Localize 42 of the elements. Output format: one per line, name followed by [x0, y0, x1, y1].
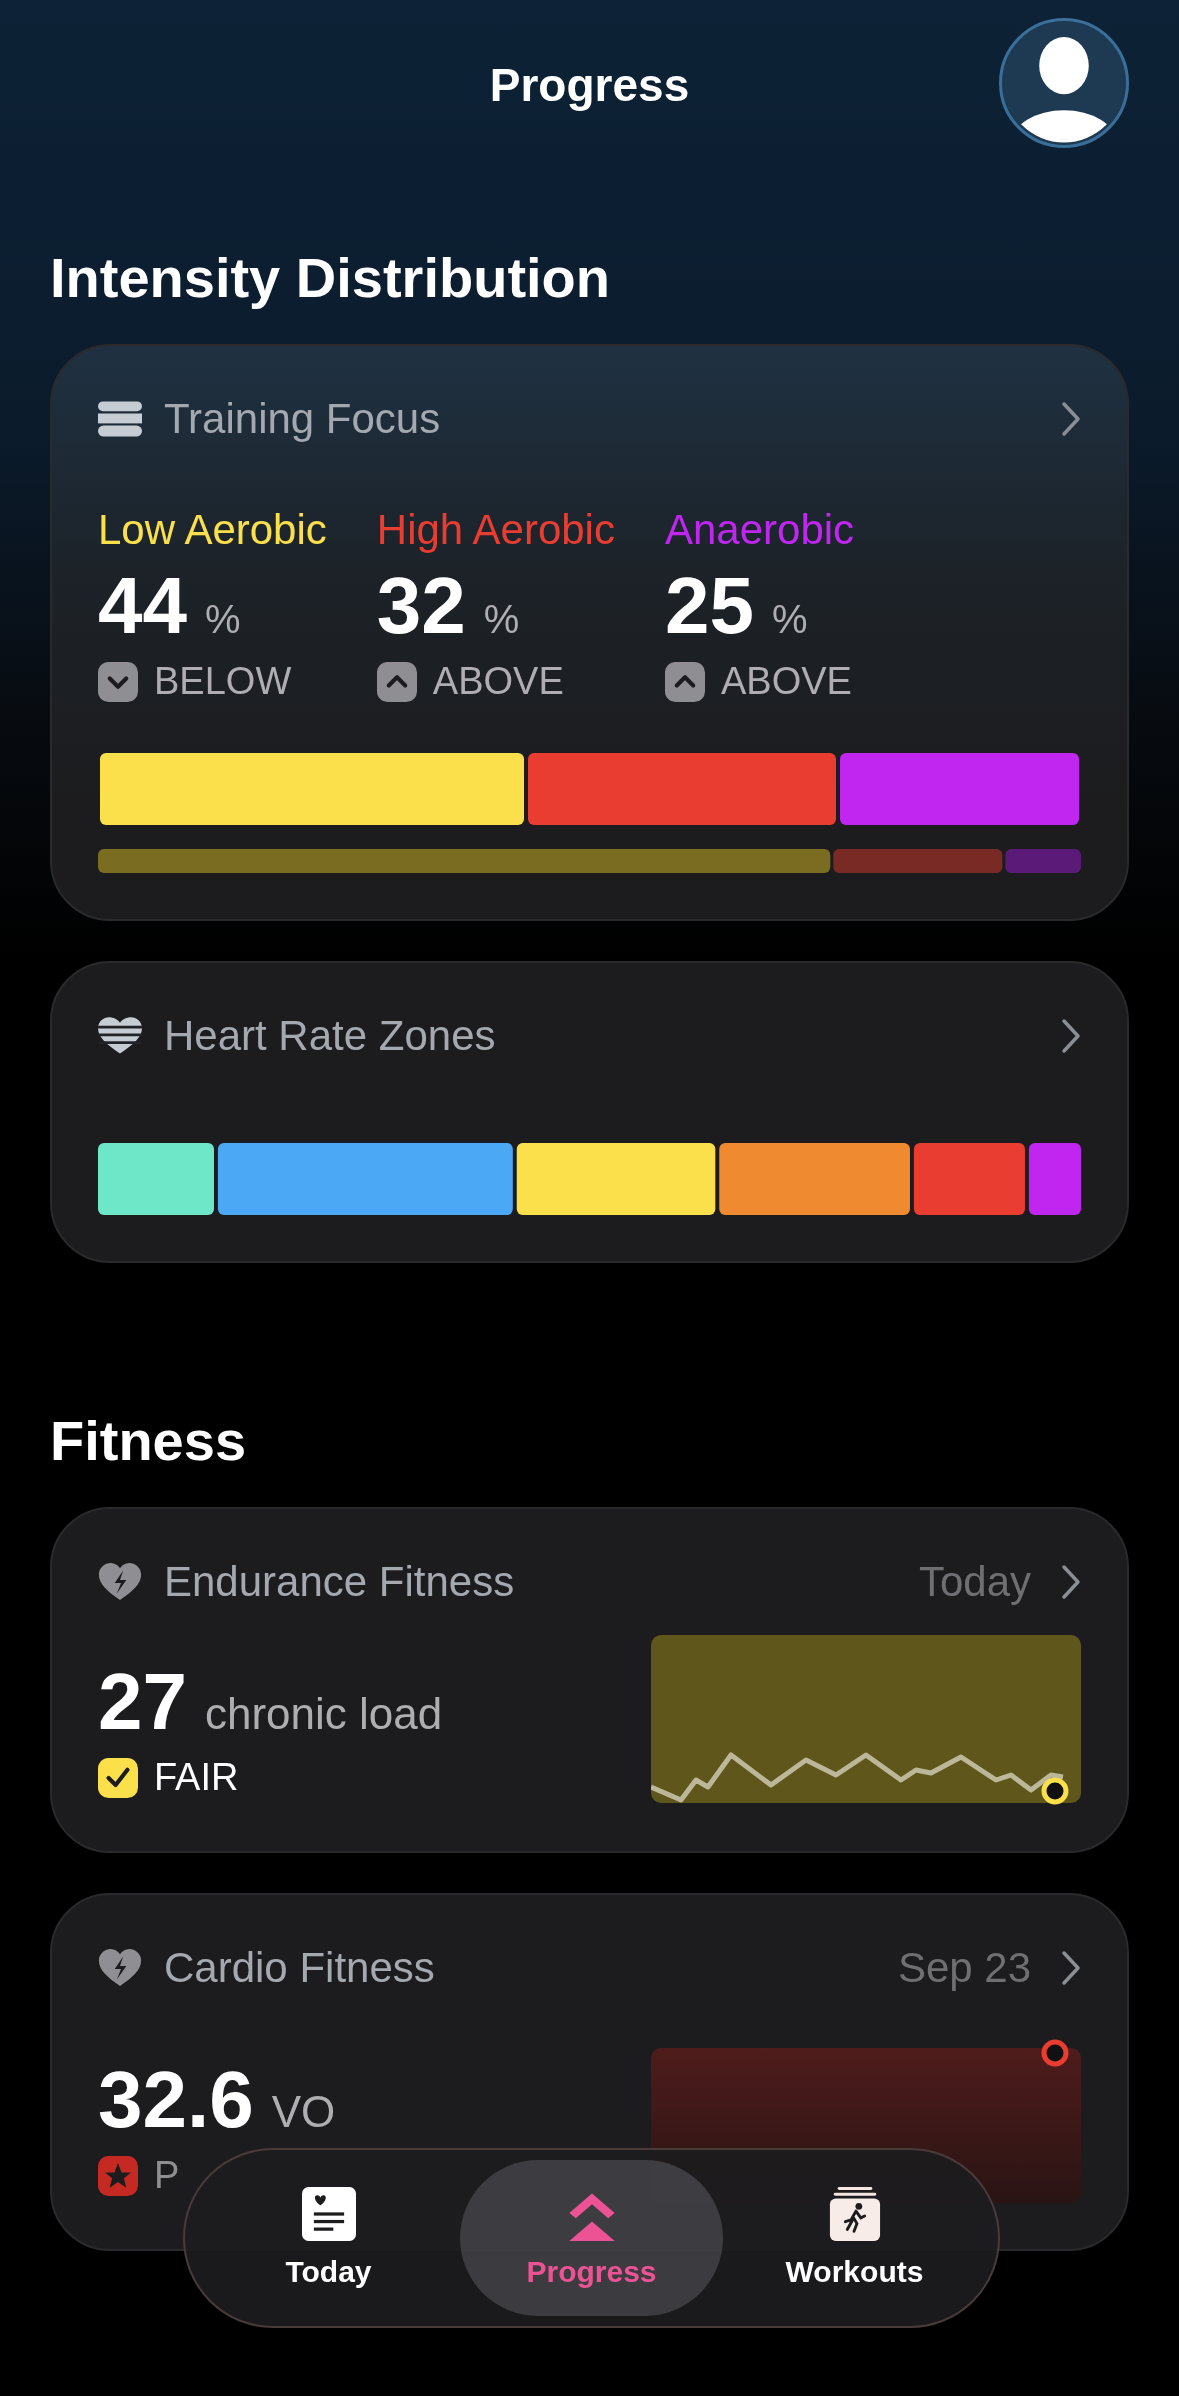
card-title: Endurance Fitness [164, 1558, 516, 1606]
card-title: Cardio Fitness [164, 1944, 436, 1992]
striped-heart-icon [98, 1017, 142, 1055]
fitness-unit: VO [271, 2087, 336, 2137]
heart-bolt-icon [98, 1563, 142, 1601]
percent-unit: % [771, 597, 808, 642]
percent-unit: % [483, 597, 520, 642]
zone-status: ABOVE [720, 660, 852, 703]
fitness-card[interactable]: Endurance Fitness Today 27 chronic load FAIR [50, 1507, 1129, 1853]
fitness-value: 27 [98, 1662, 187, 1742]
chevron-up-icon [664, 661, 705, 702]
note-icon [301, 2187, 356, 2241]
training-focus-card[interactable]: Training Focus Low Aerobic 44 % BELOW High Aerobic 32 % ABOVE Anaerobic 25 % ABOVE [50, 344, 1129, 921]
card-title: Heart Rate Zones [164, 1012, 497, 1060]
heart-bolt-icon [98, 1949, 142, 1987]
fitness-unit: chronic load [205, 1689, 443, 1739]
card-date: Today [918, 1558, 1031, 1606]
zone-percentage: 25 [664, 566, 754, 646]
chevron-up-icon [376, 661, 417, 702]
page-title: Progress [489, 58, 690, 112]
heart-rate-zones-card[interactable]: Heart Rate Zones [50, 961, 1129, 1263]
zone-label: Low Aerobic [98, 506, 327, 554]
chevron-right-icon [1061, 1564, 1081, 1600]
fitness-value: 32.6 [98, 2060, 254, 2140]
chevron-down-icon [98, 661, 138, 702]
chevron-right-icon [1061, 1018, 1081, 1054]
zone-status: ABOVE [432, 660, 564, 703]
runner-stack-icon [827, 2187, 882, 2241]
card-title: Training Focus [164, 395, 442, 443]
zone-label: Anaerobic [664, 506, 855, 554]
chevron-right-icon [1061, 401, 1081, 437]
card-date: Sep 23 [897, 1944, 1031, 1992]
section-heading: Fitness [50, 1413, 247, 1469]
zone-label: High Aerobic [376, 506, 615, 554]
zone-status: BELOW [154, 660, 292, 703]
zone-percentage: 44 [98, 566, 187, 646]
fitness-rating: P [154, 2154, 180, 2197]
chevron-right-icon [1061, 1950, 1081, 1986]
percent-unit: % [205, 597, 241, 642]
stack-icon [98, 400, 142, 438]
zone-percentage: 32 [376, 566, 466, 646]
fitness-rating: FAIR [154, 1756, 239, 1799]
